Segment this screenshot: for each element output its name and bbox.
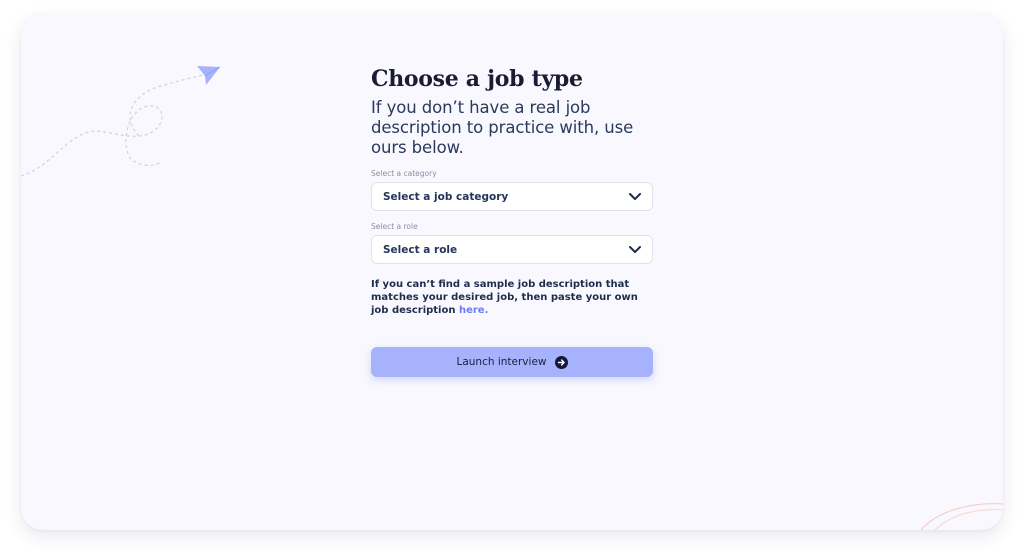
category-select-value: Select a job category <box>383 190 509 203</box>
page-subtitle: If you don’t have a real job description… <box>371 98 634 157</box>
main-card: Choose a job type If you don’t have a re… <box>21 14 1003 530</box>
category-label: Select a category <box>371 169 437 178</box>
launch-interview-label: Launch interview <box>456 356 547 368</box>
job-type-form: Choose a job type If you don’t have a re… <box>371 64 653 377</box>
page-title: Choose a job type <box>371 66 583 92</box>
corner-arc-decoration-icon <box>920 503 1003 530</box>
chevron-down-icon <box>628 190 642 204</box>
arrow-right-circle-icon <box>554 355 568 369</box>
launch-interview-button[interactable]: Launch interview <box>371 347 653 377</box>
help-text: If you can’t find a sample job descripti… <box>371 278 653 317</box>
category-select[interactable]: Select a job category <box>371 182 653 211</box>
paste-description-link[interactable]: here. <box>459 305 488 316</box>
role-select-value: Select a role <box>383 243 458 256</box>
role-select[interactable]: Select a role <box>371 235 653 264</box>
help-text-body: If you can’t find a sample job descripti… <box>371 279 638 316</box>
role-label: Select a role <box>371 222 418 231</box>
paper-plane-decoration-icon <box>21 66 221 177</box>
chevron-down-icon <box>628 243 642 257</box>
